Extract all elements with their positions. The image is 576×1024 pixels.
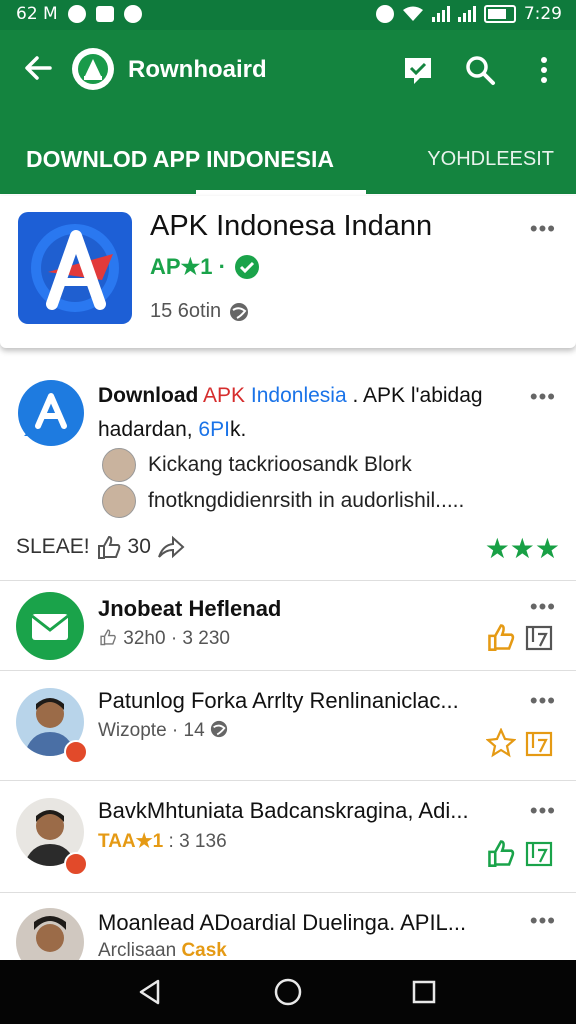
signal-icon-2 (457, 6, 476, 22)
back-arrow-icon[interactable] (22, 52, 54, 84)
bookmark-icon[interactable] (524, 622, 554, 652)
post-text-line1: Download APK Indonlesia . APK l'abidag (98, 384, 518, 408)
more-vert-icon[interactable] (528, 54, 560, 86)
battery-icon (483, 5, 516, 23)
apk-app-icon (18, 212, 132, 324)
post-rating-stars: ★★★ (484, 533, 560, 564)
signal-icon (431, 6, 450, 22)
row-title: Jnobeat Heflenad (98, 596, 282, 621)
tab-secondary[interactable]: YOHDLEESIT (427, 148, 554, 171)
row-sub: Arclisaan Cask (98, 940, 227, 960)
status-left-text: 62 M (16, 4, 58, 24)
row-more-button[interactable]: ••• (530, 908, 556, 934)
row-more-button[interactable]: ••• (530, 688, 556, 714)
featured-meta-text: 15 6otin (150, 300, 222, 322)
post-more-button[interactable]: ••• (530, 384, 556, 410)
like-icon[interactable] (486, 622, 516, 652)
comment-row-2[interactable]: fnotkngdidienrsith in audorlishil..... (102, 484, 464, 518)
message-icon (95, 6, 114, 22)
verified-badge (64, 740, 88, 764)
row-sub: TAA★1 : 3 136 (98, 830, 227, 853)
row-sub-highlight: TAA★1 (98, 831, 164, 852)
globe-icon (210, 720, 228, 738)
row-more-button[interactable]: ••• (530, 798, 556, 824)
share-row: SLEAE! 30 (16, 534, 185, 560)
app-bar: Rownhoaird DOWNLOD APP INDONESIA YOHDLEE… (0, 30, 576, 195)
post-app-icon (18, 380, 84, 446)
search-icon[interactable] (464, 54, 496, 86)
row-sub-text: Arclisaan (98, 940, 177, 960)
list-item[interactable]: Patunlog Forka Arrlty Renlinaniclac... W… (0, 672, 576, 781)
app-logo (72, 48, 114, 90)
comment-text-1: Kickang tackrioosandk Blork (148, 453, 412, 476)
post-line2-link[interactable]: 6PI (198, 418, 230, 441)
thumbs-up-icon[interactable] (96, 534, 122, 560)
tab-bar: DOWNLOD APP INDONESIA YOHDLEESIT (0, 138, 576, 195)
nav-recents-icon[interactable] (410, 978, 438, 1006)
notification-icon (67, 5, 86, 23)
system-nav-bar (0, 960, 576, 1024)
verified-badge (64, 852, 88, 876)
thumbs-up-small-icon (100, 629, 116, 646)
wifi-icon (402, 6, 423, 21)
comment-row-1[interactable]: Kickang tackrioosandk Blork (102, 448, 412, 482)
row-title: BavkMhtuniata Badcanskragina, Adi... (98, 798, 469, 823)
share-count: 30 (127, 535, 151, 558)
verified-icon (234, 255, 259, 279)
row-title: Moanlead ADoardial Duelinga. APIL... (98, 910, 467, 935)
nav-home-icon[interactable] (272, 976, 304, 1008)
app-title: Rownhoaird (128, 56, 267, 83)
row-sub-text: : 3 136 (168, 831, 227, 852)
comment-text-2: fnotkngdidienrsith in audorlishil..... (148, 489, 465, 512)
list-item[interactable]: BavkMhtuniata Badcanskragina, Adi... TAA… (0, 782, 576, 893)
post-item[interactable]: Download APK Indonlesia . APK l'abidag h… (0, 362, 576, 581)
app-notification-icon (123, 5, 142, 23)
post-apk-link[interactable]: APK (203, 384, 245, 407)
post-text-line2: hadardan, 6PIk. (98, 418, 246, 442)
featured-meta: 15 6otin (150, 300, 249, 323)
avatar (102, 484, 136, 518)
download-logo-icon (84, 59, 102, 80)
row-sub: Wizopte · 14 (98, 720, 228, 742)
post-line2-text: hadardan, (98, 418, 199, 441)
featured-rating-text: AP★1 · (150, 254, 226, 279)
row-title: Patunlog Forka Arrlty Renlinaniclac... (98, 688, 459, 713)
post-line2-end: k. (229, 418, 247, 441)
chat-icon[interactable] (402, 54, 434, 86)
star-icon[interactable] (486, 728, 516, 758)
share-label: SLEAE! (16, 535, 90, 558)
list-item[interactable]: Jnobeat Heflenad 32h0 · 3 230 ••• (0, 582, 576, 671)
avatar (102, 448, 136, 482)
row-sub: 32h0 · 3 230 (98, 628, 230, 650)
nav-back-icon[interactable] (136, 978, 164, 1006)
featured-more-button[interactable]: ••• (530, 216, 556, 242)
featured-app-card[interactable]: APK Indonesa Indann AP★1 · 15 6otin ••• (0, 196, 576, 348)
tab-download-app-indonesia[interactable]: DOWNLOD APP INDONESIA (26, 146, 334, 173)
post-text-rest: . APK l'abidag (352, 384, 483, 407)
post-download-word: Download (98, 384, 199, 407)
row-sub-text: Wizopte · 14 (98, 720, 205, 741)
status-time: 7:29 (523, 4, 562, 24)
share-icon[interactable] (157, 535, 185, 559)
bookmark-icon[interactable] (524, 728, 554, 758)
row-sub-highlight: Cask (181, 940, 227, 960)
featured-title: APK Indonesa Indann (150, 210, 433, 242)
status-bar: 62 M 7:29 (0, 0, 576, 30)
globe-icon (230, 302, 249, 321)
alarm-icon (375, 5, 394, 23)
like-icon[interactable] (486, 838, 516, 868)
post-indonesia-link[interactable]: Indonlesia (251, 384, 347, 407)
avatar (16, 908, 84, 960)
list-item[interactable]: Moanlead ADoardial Duelinga. APIL... Arc… (0, 894, 576, 960)
tab-indicator (196, 190, 366, 195)
featured-rating: AP★1 · (150, 254, 260, 280)
message-app-icon (16, 592, 84, 660)
row-sub-text: 32h0 · 3 230 (123, 628, 230, 649)
row-more-button[interactable]: ••• (530, 594, 556, 620)
bookmark-icon[interactable] (524, 838, 554, 868)
